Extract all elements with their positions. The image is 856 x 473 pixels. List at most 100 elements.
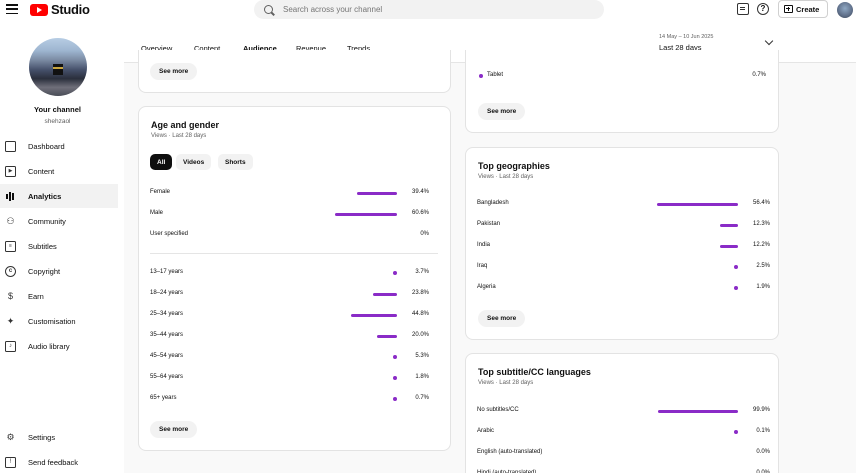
row-label: India bbox=[477, 242, 491, 248]
search-icon[interactable] bbox=[264, 5, 273, 14]
see-more-button[interactable]: See more bbox=[150, 421, 198, 438]
row-value: 0% bbox=[420, 231, 429, 237]
sidebar-item-customisation[interactable]: ✦ Customisation bbox=[0, 309, 118, 333]
row-value: 5.3% bbox=[415, 353, 429, 359]
row-label: Female bbox=[150, 189, 171, 195]
value-dot bbox=[734, 286, 738, 290]
row-label: 35–44 years bbox=[150, 332, 184, 338]
card-title: Age and gender bbox=[151, 120, 220, 130]
row-label: 13–17 years bbox=[150, 269, 184, 275]
value-bar bbox=[720, 224, 738, 227]
audio-library-icon: ♪ bbox=[5, 340, 16, 352]
customisation-icon: ✦ bbox=[6, 315, 15, 326]
sidebar-item-earn[interactable]: $ Earn bbox=[0, 284, 118, 308]
create-button[interactable]: Create bbox=[778, 0, 828, 18]
analytics-icon bbox=[5, 191, 16, 202]
see-more-button[interactable]: See more bbox=[478, 103, 526, 120]
sidebar-item-label: Analytics bbox=[28, 191, 62, 201]
community-icon: ⚇ bbox=[6, 215, 15, 226]
row-label: 55–64 years bbox=[150, 374, 184, 380]
dashboard-icon bbox=[5, 140, 16, 152]
section-divider bbox=[150, 253, 438, 254]
value-dot bbox=[393, 397, 397, 401]
age-gender-card: Age and gender Views · Last 28 days All … bbox=[138, 106, 451, 451]
device-row-value: 0.7% bbox=[752, 72, 766, 78]
sidebar-item-label: Subtitles bbox=[28, 241, 57, 251]
row-value: 1.9% bbox=[756, 284, 770, 290]
row-value: 0.7% bbox=[415, 395, 429, 401]
sidebar-item-label: Community bbox=[28, 216, 66, 226]
create-label: Create bbox=[796, 4, 820, 14]
row-value: 39.4% bbox=[411, 189, 429, 195]
chip-all[interactable]: All bbox=[150, 154, 173, 170]
device-type-card: Tablet 0.7% See more bbox=[465, 50, 779, 133]
studio-app: Studio ? Create Your channel shehzaol Da… bbox=[0, 0, 856, 473]
sidebar-item-copyright[interactable]: c Copyright bbox=[0, 259, 118, 283]
value-bar bbox=[720, 245, 738, 248]
hamburger-menu-icon[interactable] bbox=[6, 4, 18, 14]
sidebar-item-label: Content bbox=[28, 166, 55, 176]
sidebar-item-dashboard[interactable]: Dashboard bbox=[0, 134, 118, 158]
row-value: 12.3% bbox=[752, 221, 770, 227]
search-bar[interactable] bbox=[254, 0, 604, 19]
see-more-button[interactable]: See more bbox=[478, 310, 526, 327]
row-label: 18–24 years bbox=[150, 290, 184, 296]
row-label: User specified bbox=[150, 231, 189, 237]
card-title: Top subtitle/CC languages bbox=[478, 367, 591, 377]
help-icon[interactable]: ? bbox=[757, 3, 769, 15]
channel-handle: shehzaol bbox=[44, 118, 71, 125]
sidebar-item-audio-library[interactable]: ♪ Audio library bbox=[0, 334, 118, 358]
row-value: 2.5% bbox=[756, 263, 770, 269]
row-value: 20.0% bbox=[411, 332, 429, 338]
card-title: Top geographies bbox=[478, 161, 550, 171]
content-icon: ▶ bbox=[5, 165, 16, 177]
sidebar-item-settings[interactable]: ⚙ Settings bbox=[0, 425, 118, 449]
value-bar bbox=[656, 203, 738, 206]
chip-videos[interactable]: Videos bbox=[176, 154, 212, 170]
sidebar-item-subtitles[interactable]: ≡ Subtitles bbox=[0, 234, 118, 258]
card-subtitle: Views · Last 28 days bbox=[478, 380, 534, 386]
see-more-button[interactable]: See more bbox=[150, 63, 198, 80]
row-value: 44.8% bbox=[411, 311, 429, 317]
earn-icon: $ bbox=[7, 290, 13, 301]
sidebar-item-analytics[interactable]: Analytics bbox=[0, 184, 118, 208]
row-label: Male bbox=[150, 210, 164, 216]
row-value: 99.9% bbox=[752, 407, 770, 413]
row-label: Pakistan bbox=[477, 221, 501, 227]
row-value: 60.6% bbox=[411, 210, 429, 216]
search-input[interactable] bbox=[283, 5, 583, 14]
value-bar bbox=[351, 314, 397, 317]
logo-text: Studio bbox=[51, 2, 90, 17]
value-dot bbox=[734, 430, 738, 434]
sidebar-item-label: Settings bbox=[28, 432, 56, 442]
row-label: 65+ years bbox=[150, 395, 177, 401]
row-label: English (auto-translated) bbox=[477, 449, 543, 455]
sidebar-item-label: Customisation bbox=[28, 316, 76, 326]
sidebar: Your channel shehzaol Dashboard ▶ Conten… bbox=[0, 20, 124, 473]
messages-icon[interactable] bbox=[737, 3, 749, 15]
top-bar: Studio ? Create bbox=[0, 0, 856, 20]
channel-title: Your channel bbox=[34, 105, 81, 114]
row-label: 45–54 years bbox=[150, 353, 184, 359]
value-dot bbox=[393, 355, 397, 359]
row-value: 0.0% bbox=[756, 449, 770, 455]
feedback-icon: ! bbox=[5, 456, 16, 468]
account-avatar[interactable] bbox=[837, 2, 853, 18]
chevron-down-icon[interactable] bbox=[764, 36, 774, 46]
row-label: Algeria bbox=[477, 284, 496, 290]
card-subtitle: Views · Last 28 days bbox=[478, 174, 534, 180]
channel-avatar[interactable] bbox=[29, 38, 87, 96]
sidebar-item-community[interactable]: ⚇ Community bbox=[0, 209, 118, 233]
chip-shorts[interactable]: Shorts bbox=[218, 154, 253, 170]
studio-logo[interactable]: Studio bbox=[30, 2, 90, 17]
sidebar-item-label: Audio library bbox=[28, 341, 70, 351]
sidebar-item-send-feedback[interactable]: ! Send feedback bbox=[0, 450, 118, 473]
sidebar-item-label: Earn bbox=[28, 291, 44, 301]
subtitles-icon: ≡ bbox=[5, 240, 16, 252]
sidebar-item-content[interactable]: ▶ Content bbox=[0, 159, 118, 183]
value-bar bbox=[376, 335, 397, 338]
previous-card-left: See more bbox=[138, 50, 451, 93]
top-subtitle-languages-card: Top subtitle/CC languages Views · Last 2… bbox=[465, 353, 779, 473]
kaaba-image bbox=[53, 64, 63, 75]
row-value: 23.8% bbox=[411, 290, 429, 296]
